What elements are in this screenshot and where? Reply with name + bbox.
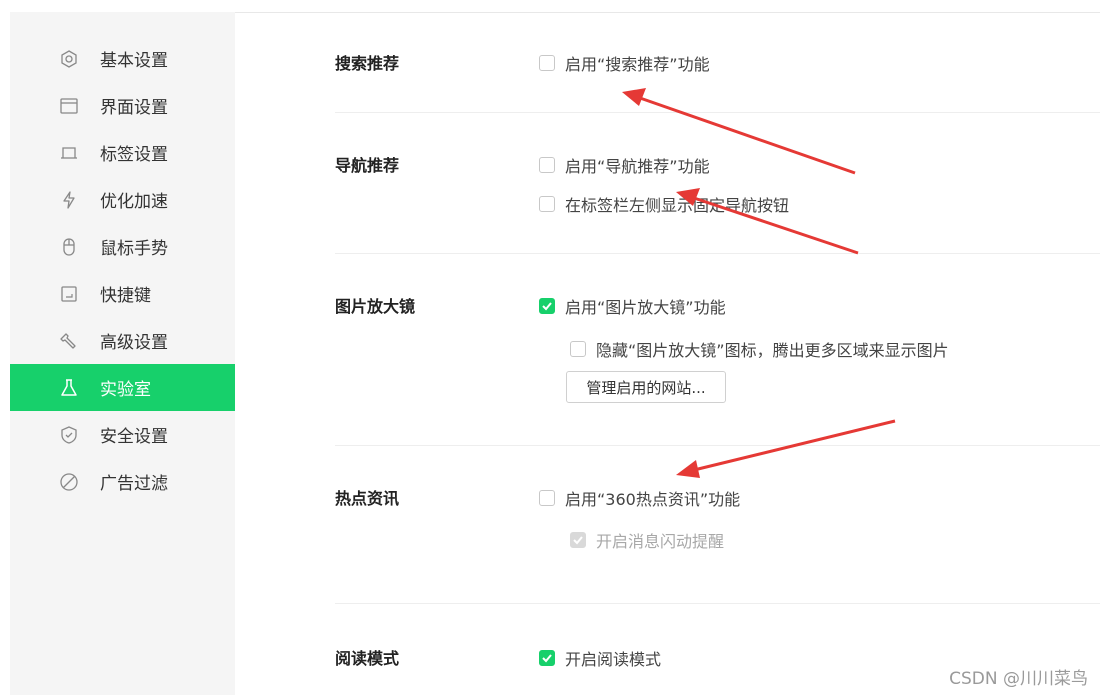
sidebar-item-lab[interactable]: 实验室 — [10, 364, 235, 411]
checkbox-checked[interactable] — [539, 298, 555, 314]
option-label: 启用“导航推荐”功能 — [565, 157, 710, 176]
option-enable-magnifier[interactable]: 启用“图片放大镜”功能 — [539, 294, 726, 318]
section-title-hotnews: 热点资讯 — [335, 489, 400, 508]
sidebar-item-tab-settings[interactable]: 标签设置 — [10, 129, 235, 176]
checkbox[interactable] — [539, 157, 555, 173]
option-label: 启用“360热点资讯”功能 — [565, 490, 741, 509]
window-icon — [59, 96, 79, 116]
keyboard-icon — [59, 284, 79, 304]
sidebar-item-label: 鼠标手势 — [100, 239, 168, 259]
checkbox[interactable] — [570, 341, 586, 357]
checkmark-icon — [542, 654, 552, 663]
sidebar-item-advanced[interactable]: 高级设置 — [10, 317, 235, 364]
mouse-icon — [59, 237, 79, 257]
flask-icon — [59, 378, 79, 398]
sidebar-item-security[interactable]: 安全设置 — [10, 411, 235, 458]
manage-sites-button[interactable]: 管理启用的网站... — [566, 371, 726, 403]
block-icon — [59, 472, 79, 492]
option-enable-reading-mode[interactable]: 开启阅读模式 — [539, 646, 661, 670]
sidebar-item-label: 安全设置 — [100, 427, 168, 447]
sidebar-item-label: 界面设置 — [100, 98, 168, 118]
hexagon-settings-icon — [59, 49, 79, 69]
sidebar-item-optimize[interactable]: 优化加速 — [10, 176, 235, 223]
checkbox[interactable] — [539, 490, 555, 506]
sidebar-item-ad-filter[interactable]: 广告过滤 — [10, 458, 235, 505]
checkmark-icon — [542, 302, 552, 311]
tab-icon — [59, 143, 79, 163]
option-enable-search-recommend[interactable]: 启用“搜索推荐”功能 — [539, 51, 710, 75]
checkmark-icon — [573, 536, 583, 545]
option-label: 启用“搜索推荐”功能 — [565, 55, 710, 74]
top-border — [235, 12, 1100, 13]
section-title-magnifier: 图片放大镜 — [335, 297, 416, 316]
watermark: CSDN @川川菜鸟 — [949, 669, 1088, 689]
sidebar-item-label: 基本设置 — [100, 51, 168, 71]
sidebar-item-ui-settings[interactable]: 界面设置 — [10, 82, 235, 129]
annotation-arrow-hotnews — [676, 419, 896, 478]
sidebar-item-label: 标签设置 — [100, 145, 168, 165]
sidebar-item-label: 优化加速 — [100, 192, 168, 212]
divider — [335, 253, 1100, 254]
option-enable-hotnews[interactable]: 启用“360热点资讯”功能 — [539, 486, 740, 510]
sidebar: 基本设置 界面设置 标签设置 优化加速 鼠标手势 快捷键 高级设置 实验室 安全… — [10, 12, 235, 695]
option-message-blink-alert: 开启消息闪动提醒 — [570, 528, 724, 552]
option-label: 开启消息闪动提醒 — [596, 532, 725, 551]
sidebar-item-label: 快捷键 — [100, 286, 151, 306]
sidebar-item-label: 实验室 — [100, 380, 151, 400]
wrench-icon — [59, 331, 79, 351]
sidebar-item-mouse-gesture[interactable]: 鼠标手势 — [10, 223, 235, 270]
option-label: 在标签栏左侧显示固定导航按钮 — [565, 196, 790, 215]
divider — [335, 112, 1100, 113]
option-label: 开启阅读模式 — [565, 650, 662, 669]
lightning-icon — [59, 190, 79, 210]
checkbox-disabled — [570, 532, 586, 548]
checkbox-checked[interactable] — [539, 650, 555, 666]
option-show-fixed-nav-button[interactable]: 在标签栏左侧显示固定导航按钮 — [539, 192, 789, 216]
sidebar-item-shortcuts[interactable]: 快捷键 — [10, 270, 235, 317]
divider — [335, 603, 1100, 604]
sidebar-item-label: 广告过滤 — [100, 474, 168, 494]
section-title-search: 搜索推荐 — [335, 54, 400, 73]
option-label: 启用“图片放大镜”功能 — [565, 298, 726, 317]
section-title-reading: 阅读模式 — [335, 649, 400, 668]
checkbox[interactable] — [539, 55, 555, 71]
section-title-nav: 导航推荐 — [335, 156, 400, 175]
checkbox[interactable] — [539, 196, 555, 212]
sidebar-item-basic-settings[interactable]: 基本设置 — [10, 35, 235, 82]
sidebar-item-label: 高级设置 — [100, 333, 168, 353]
shield-check-icon — [59, 425, 79, 445]
option-hide-magnifier-icon[interactable]: 隐藏“图片放大镜”图标，腾出更多区域来显示图片 — [570, 337, 949, 361]
divider — [335, 445, 1100, 446]
option-label: 隐藏“图片放大镜”图标，腾出更多区域来显示图片 — [596, 341, 949, 360]
option-enable-nav-recommend[interactable]: 启用“导航推荐”功能 — [539, 153, 710, 177]
